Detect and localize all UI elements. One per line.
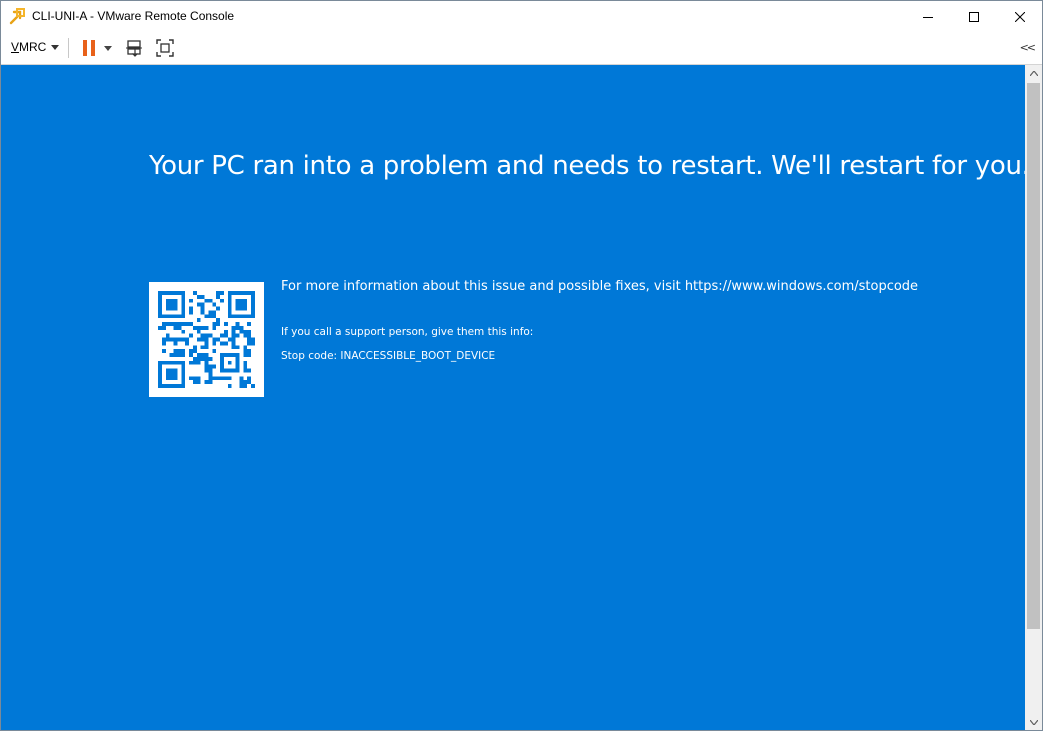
- stopcode-info-text: For more information about this issue an…: [281, 279, 919, 294]
- stopcode-qr-code: [149, 282, 264, 397]
- scrollbar-thumb[interactable]: [1027, 83, 1040, 629]
- minimize-icon: [923, 16, 933, 18]
- toolbar-divider: [68, 38, 69, 58]
- send-ctrl-alt-del-icon: [126, 40, 142, 57]
- toolbar: VMRC <<: [1, 32, 1042, 65]
- send-ctrl-alt-del-button[interactable]: [125, 38, 145, 58]
- close-button[interactable]: [997, 1, 1042, 32]
- minimize-button[interactable]: [905, 1, 951, 32]
- vmrc-menu-label: VMRC: [11, 40, 47, 54]
- maximize-icon: [969, 11, 979, 22]
- vmrc-menu-button[interactable]: VMRC: [11, 40, 60, 54]
- vmrc-window: CLI-UNI-A - VMware Remote Console VMRC <…: [0, 0, 1043, 731]
- maximize-button[interactable]: [951, 1, 997, 32]
- qr-code-icon: [158, 291, 255, 388]
- bsod-headline: Your PC ran into a problem and needs to …: [149, 151, 1025, 181]
- close-icon: [1015, 11, 1025, 22]
- vm-console-screen[interactable]: Your PC ran into a problem and needs to …: [1, 65, 1025, 730]
- chevron-down-icon: [51, 44, 60, 50]
- collapse-toolbar-button[interactable]: <<: [1020, 41, 1037, 54]
- chevron-down-icon: [1029, 720, 1038, 725]
- pause-button[interactable]: [79, 38, 99, 58]
- window-title: CLI-UNI-A - VMware Remote Console: [32, 9, 235, 23]
- power-options-dropdown[interactable]: [101, 38, 115, 58]
- scroll-down-button[interactable]: [1025, 714, 1042, 730]
- stop-code-text: Stop code: INACCESSIBLE_BOOT_DEVICE: [281, 350, 496, 362]
- support-person-text: If you call a support person, give them …: [281, 326, 534, 338]
- scroll-up-button[interactable]: [1025, 65, 1042, 82]
- fullscreen-icon: [156, 39, 174, 57]
- vertical-scrollbar[interactable]: [1025, 65, 1042, 730]
- vmware-remote-console-icon: [9, 8, 26, 25]
- title-bar[interactable]: CLI-UNI-A - VMware Remote Console: [1, 1, 1042, 32]
- chevron-down-icon: [104, 45, 112, 51]
- fullscreen-button[interactable]: [155, 38, 175, 58]
- chevron-up-icon: [1029, 71, 1038, 76]
- pause-icon: [83, 40, 95, 56]
